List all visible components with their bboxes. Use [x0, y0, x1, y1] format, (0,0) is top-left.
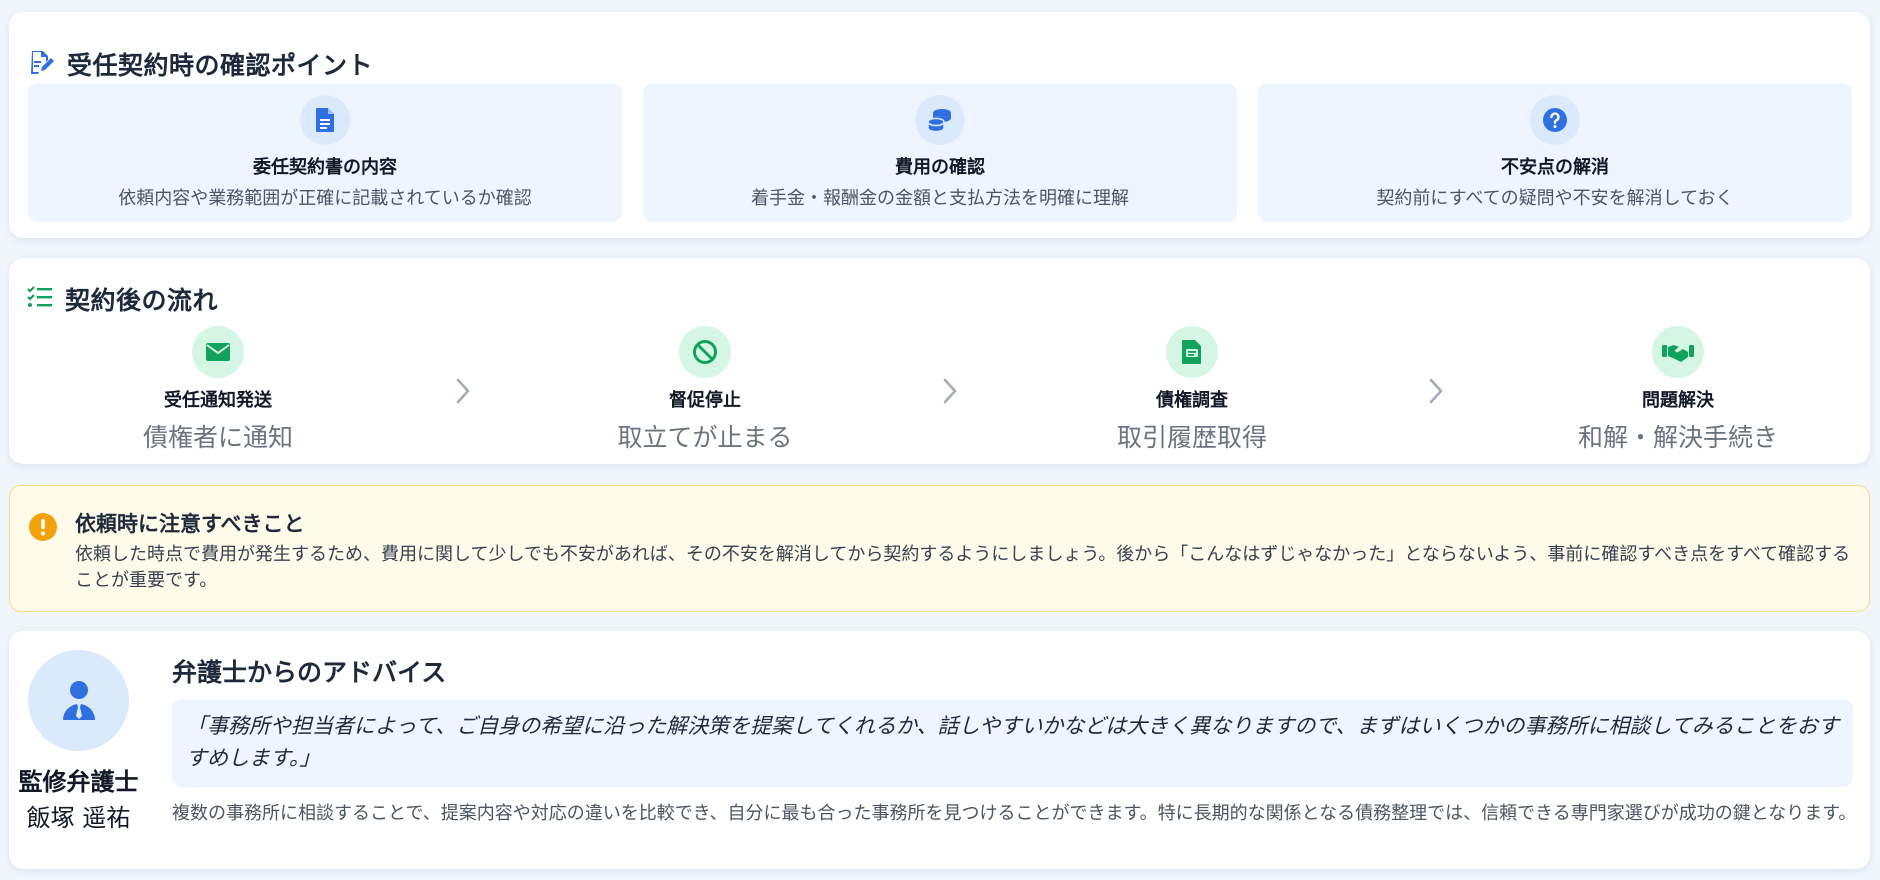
supervisor-role: 監修弁護士 — [18, 768, 139, 796]
checklist-icon — [27, 285, 53, 313]
points-tiles: 委任契約書の内容 依頼内容や業務範囲が正確に記載されているか確認 費用の確認 着… — [28, 83, 1852, 222]
advice-title: 弁護士からのアドバイス — [172, 658, 447, 687]
flow-step-notice: 受任通知発送 債権者に通知 — [38, 326, 398, 454]
step-desc: 取立てが止まる — [617, 423, 793, 452]
question-circle-icon — [1530, 95, 1580, 145]
document-edit-icon — [27, 48, 55, 80]
caution-notice: 依頼時に注意すべきこと 依頼した時点で費用が発生するため、費用に関して少しでも不… — [9, 485, 1870, 612]
flow-header: 契約後の流れ — [27, 281, 218, 317]
point-title: 費用の確認 — [895, 157, 985, 178]
step-title: 督促停止 — [669, 390, 741, 411]
avatar — [28, 650, 129, 751]
step-desc: 和解・解決手続き — [1577, 423, 1778, 452]
chevron-right-icon — [1429, 378, 1443, 404]
point-tile-cost: 費用の確認 着手金・報酬金の金額と支払方法を明確に理解 — [643, 83, 1237, 222]
step-title: 問題解決 — [1642, 390, 1714, 411]
point-tile-contract: 委任契約書の内容 依頼内容や業務範囲が正確に記載されているか確認 — [28, 83, 622, 222]
step-desc: 取引履歴取得 — [1116, 423, 1267, 452]
point-tile-concerns: 不安点の解消 契約前にすべての疑問や不安を解消しておく — [1258, 83, 1852, 222]
flow-steps: 受任通知発送 債権者に通知 督促停止 取立てが止まる 債権調査 取引履歴取得 問… — [9, 326, 1870, 452]
user-tie-icon — [62, 680, 95, 720]
point-title: 不安点の解消 — [1501, 157, 1609, 178]
notice-title: 依頼時に注意すべきこと — [75, 512, 305, 536]
point-desc: 契約前にすべての疑問や不安を解消しておく — [1376, 188, 1734, 209]
exclamation-circle-icon — [28, 512, 58, 546]
advice-quote: 「事務所や担当者によって、ご自身の希望に沿った解決策を提案してくれるか、話しやす… — [172, 699, 1853, 787]
advice-body: 複数の事務所に相談することで、提案内容や対応の違いを比較でき、自分に最も合った事… — [172, 803, 1857, 824]
step-desc: 債権者に通知 — [142, 423, 293, 452]
handshake-icon — [1652, 326, 1704, 378]
points-header: 受任契約時の確認ポイント — [27, 46, 373, 82]
point-desc: 着手金・報酬金の金額と支払方法を明確に理解 — [751, 188, 1129, 209]
flow-step-resolve: 問題解決 和解・解決手続き — [1498, 326, 1858, 454]
flow-step-investigate: 債権調査 取引履歴取得 — [1012, 326, 1372, 454]
flow-step-stop: 督促停止 取立てが止まる — [525, 326, 885, 454]
points-title: 受任契約時の確認ポイント — [67, 51, 374, 80]
confirmation-points-card: 受任契約時の確認ポイント 委任契約書の内容 依頼内容や業務範囲が正確に記載されて… — [9, 12, 1870, 238]
flow-title: 契約後の流れ — [65, 286, 219, 315]
notice-body: 依頼した時点で費用が発生するため、費用に関して少しでも不安があれば、その不安を解… — [75, 544, 1851, 591]
post-contract-flow-card: 契約後の流れ 受任通知発送 債権者に通知 督促停止 取立てが止まる 債権調査 取… — [9, 258, 1870, 464]
chevron-right-icon — [943, 378, 957, 404]
point-desc: 依頼内容や業務範囲が正確に記載されているか確認 — [118, 188, 532, 209]
point-title: 委任契約書の内容 — [253, 157, 397, 178]
step-title: 受任通知発送 — [164, 390, 272, 411]
chevron-right-icon — [456, 378, 470, 404]
step-title: 債権調査 — [1156, 390, 1228, 411]
file-text-icon — [300, 95, 350, 145]
envelope-icon — [192, 326, 244, 378]
supervisor-name: 飯塚 遥祐 — [26, 804, 131, 832]
file-search-icon — [1166, 326, 1218, 378]
lawyer-advice-card: 監修弁護士 飯塚 遥祐 弁護士からのアドバイス 「事務所や担当者によって、ご自身… — [9, 631, 1870, 869]
ban-icon — [679, 326, 731, 378]
coins-icon — [915, 95, 965, 145]
